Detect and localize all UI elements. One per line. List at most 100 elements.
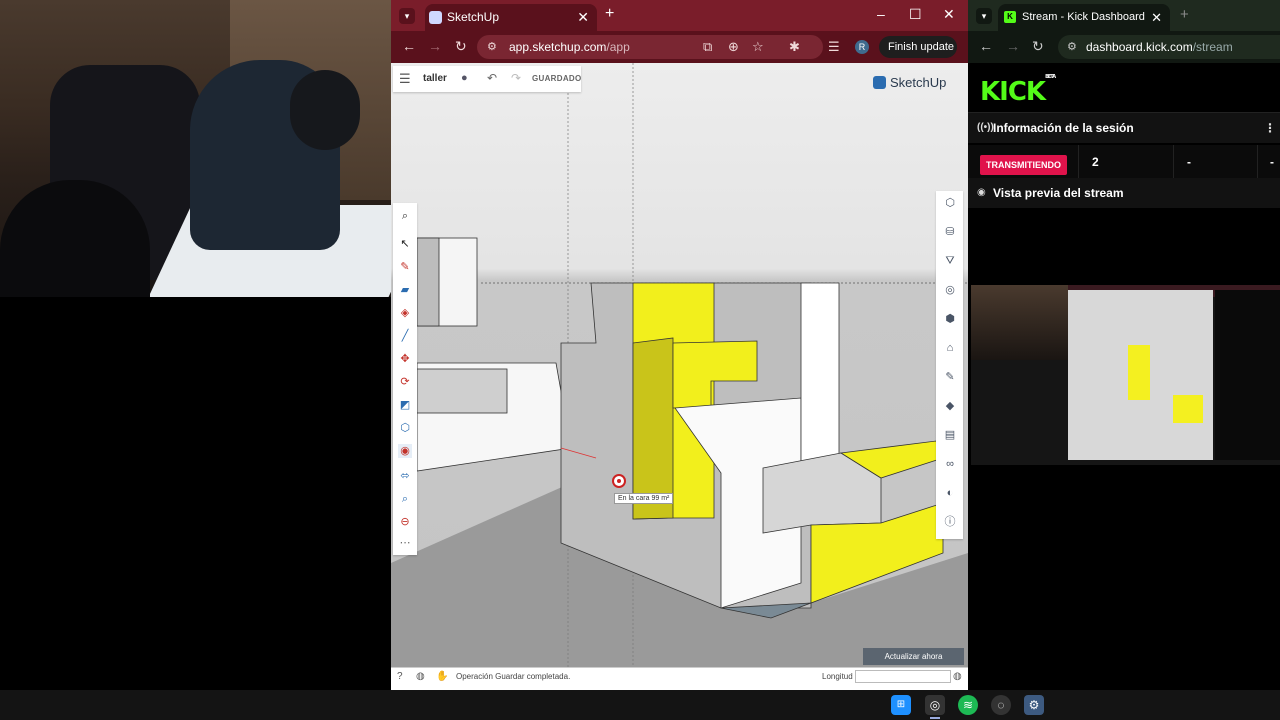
- url-field[interactable]: ⚙ app.sketchup.com/app: [477, 35, 823, 59]
- windows-taskbar: ⊞ ◎ ≋ ◌ ⚙: [0, 690, 1280, 720]
- person-head: [290, 70, 360, 150]
- forward-icon[interactable]: →: [428, 38, 442, 54]
- orbit-icon[interactable]: ⬄: [398, 469, 412, 483]
- tab-sketchup[interactable]: SketchUp ✕: [425, 4, 597, 31]
- tab-kick-dashboard[interactable]: K Stream - Kick Dashboard ✕: [998, 4, 1170, 31]
- finish-update-button[interactable]: Finish update ⋮: [879, 36, 957, 75]
- more-icon[interactable]: ⋯: [398, 536, 412, 550]
- kick-tab-title: Stream - Kick Dashboard: [1022, 11, 1145, 23]
- extensions-icon[interactable]: ✱: [789, 39, 800, 55]
- scale-icon[interactable]: ◩: [398, 398, 412, 412]
- stream-preview-header: ◉ Vista previa del stream: [968, 178, 1280, 208]
- materials-icon[interactable]: ◎: [943, 283, 957, 297]
- info-icon[interactable]: ⓘ: [943, 515, 957, 529]
- search-icon[interactable]: ⌕: [398, 209, 412, 223]
- maximize-icon[interactable]: ☐: [909, 6, 922, 23]
- kick-logo[interactable]: KICKBETA: [980, 74, 1056, 107]
- status-message: Operación Guardar completada.: [456, 672, 571, 681]
- right-panel-toolbar: ⬡ ⛁ ⛛ ◎ ⬢ ⌂ ✎ ◆ ▤ ∞ ◐ ⓘ: [936, 191, 963, 539]
- kick-logo-text: KICK: [980, 77, 1046, 107]
- undo-icon[interactable]: ↶: [487, 71, 497, 85]
- update-now-button[interactable]: Actualizar ahora: [863, 648, 964, 665]
- display-icon[interactable]: ◐: [943, 486, 957, 500]
- reload-icon[interactable]: ↻: [1032, 38, 1044, 55]
- model-canvas[interactable]: [391, 63, 968, 667]
- measurements-icon[interactable]: ◍: [953, 671, 962, 682]
- section-plane-icon[interactable]: ⊖: [398, 515, 412, 529]
- address-bar: ← → ↻ ⚙ app.sketchup.com/app ⧉ ⊕ ☆ ✱ ☰ R…: [391, 31, 968, 75]
- site-settings-icon[interactable]: ⚙: [487, 35, 497, 59]
- new-tab-icon[interactable]: +: [605, 5, 614, 23]
- components-icon[interactable]: ⛁: [943, 225, 957, 239]
- kick-url-field[interactable]: ⚙ dashboard.kick.com/stream: [1058, 35, 1280, 59]
- back-icon[interactable]: ←: [979, 38, 993, 54]
- length-input[interactable]: [855, 670, 951, 683]
- zoom-icon[interactable]: ⌕: [398, 492, 412, 506]
- stream-preview[interactable]: [971, 285, 1280, 465]
- redo-icon[interactable]: ↷: [511, 71, 521, 85]
- entity-info-icon[interactable]: ⬡: [943, 196, 957, 210]
- kick-beta-tag: BETA: [1045, 74, 1056, 80]
- reading-list-icon[interactable]: ☰: [828, 39, 840, 55]
- kick-tab-bar: ▾ K Stream - Kick Dashboard ✕ +: [968, 0, 1280, 31]
- eraser-icon[interactable]: ▰: [398, 283, 412, 297]
- forward-icon[interactable]: →: [1006, 38, 1020, 54]
- outliner-icon[interactable]: ✎: [943, 370, 957, 384]
- help-icon[interactable]: ?: [397, 671, 403, 682]
- chrome-icon[interactable]: ◎: [925, 695, 945, 715]
- new-tab-icon[interactable]: +: [1180, 6, 1189, 23]
- install-app-icon[interactable]: ⧉: [703, 39, 712, 55]
- hand-icon[interactable]: ✋: [436, 671, 448, 682]
- site-settings-icon[interactable]: ⚙: [1067, 35, 1077, 59]
- zoom-icon[interactable]: ⊕: [728, 39, 739, 55]
- bookmark-star-icon[interactable]: ☆: [752, 39, 764, 55]
- sketchup-logo-icon: [873, 76, 886, 89]
- status-bar: ? ◍ ✋ Operación Guardar completada. Long…: [391, 667, 968, 685]
- line-icon[interactable]: ╱: [398, 329, 412, 343]
- globe-icon[interactable]: ◍: [416, 671, 425, 682]
- close-window-icon[interactable]: ✕: [943, 6, 955, 23]
- preview-kick: [1215, 290, 1280, 460]
- reload-icon[interactable]: ↻: [455, 38, 467, 55]
- settings-gear-icon[interactable]: ⚙: [1024, 695, 1044, 715]
- spotify-icon[interactable]: ≋: [958, 695, 978, 715]
- tags-icon[interactable]: ◆: [943, 399, 957, 413]
- live-status-badge: TRANSMITIENDO: [980, 155, 1067, 175]
- project-name[interactable]: taller: [423, 73, 447, 84]
- viewer-count: 2: [1092, 155, 1099, 169]
- model-yellow-side: [632, 337, 674, 520]
- sketchup-favicon-icon: [429, 11, 442, 24]
- tab-search-icon[interactable]: ▾: [399, 8, 415, 24]
- select-arrow-icon[interactable]: ↖: [398, 237, 412, 251]
- stat-value: -: [1187, 155, 1191, 169]
- user-icon[interactable]: ●: [461, 72, 468, 84]
- profile-avatar[interactable]: R: [855, 40, 869, 54]
- glasses-icon[interactable]: ∞: [943, 457, 957, 471]
- hamburger-menu-icon[interactable]: ☰: [399, 71, 411, 87]
- more-options-icon[interactable]: ⋮: [1264, 113, 1276, 143]
- rotate-icon[interactable]: ⟳: [398, 375, 412, 389]
- push-pull-icon[interactable]: ⬡: [398, 421, 412, 435]
- paint-bucket-icon[interactable]: ◈: [398, 306, 412, 320]
- obs-icon[interactable]: ◌: [991, 695, 1011, 715]
- move-icon[interactable]: ✥: [398, 352, 412, 366]
- tab-search-icon[interactable]: ▾: [976, 8, 992, 24]
- start-icon[interactable]: ⊞: [891, 695, 911, 715]
- scenes-icon[interactable]: ⛛: [943, 254, 957, 268]
- close-tab-icon[interactable]: ✕: [577, 4, 589, 31]
- 3d-warehouse-icon[interactable]: ⌂: [943, 341, 957, 355]
- close-tab-icon[interactable]: ✕: [1151, 4, 1162, 31]
- styles-icon[interactable]: ⬢: [943, 312, 957, 326]
- tape-measure-icon[interactable]: ◉: [398, 444, 412, 458]
- back-icon[interactable]: ←: [402, 38, 416, 54]
- sketchup-logo-text: SketchUp: [890, 75, 947, 90]
- kick-url-path: /stream: [1192, 40, 1233, 54]
- pencil-icon[interactable]: ✎: [398, 260, 412, 274]
- sketchup-viewport[interactable]: ☰ taller ● ↶ ↷ GUARDADO SketchUp ⌕ ↖ ✎ ▰…: [391, 63, 968, 667]
- left-toolbar: ⌕ ↖ ✎ ▰ ◈ ╱ ✥ ⟳ ◩ ⬡ ◉ ⬄ ⌕ ⊖ ⋯: [393, 203, 417, 555]
- kick-address-bar: ← → ↻ ⚙ dashboard.kick.com/stream: [968, 31, 1280, 63]
- tab-bar: ▾ SketchUp ✕ + – ☐ ✕: [391, 0, 968, 31]
- minimize-icon[interactable]: –: [877, 6, 885, 22]
- instructor-icon[interactable]: ▤: [943, 428, 957, 442]
- url-host: app.sketchup.com: [509, 40, 607, 54]
